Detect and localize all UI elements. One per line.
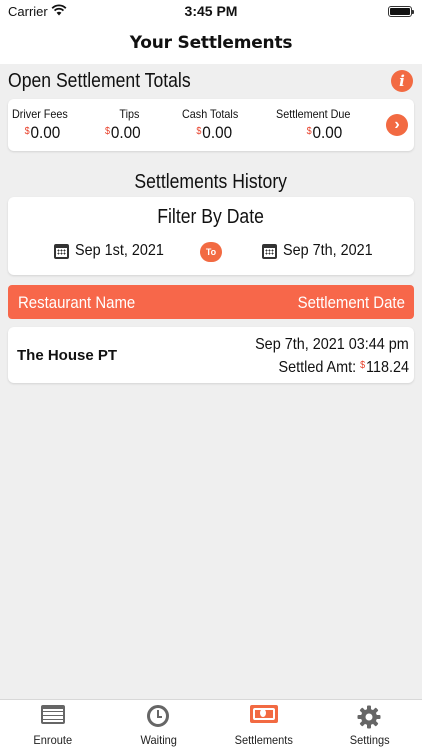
tips-value: $0.00 <box>105 123 141 142</box>
tab-label: Settings <box>349 733 390 747</box>
money-icon <box>249 705 278 723</box>
cash-totals-label: Cash Totals <box>182 107 239 121</box>
status-time: 3:45 PM <box>184 3 238 19</box>
tab-label: Enroute <box>33 733 73 747</box>
to-date-text: Sep 7th, 2021 <box>283 242 373 259</box>
clock-icon <box>147 705 170 727</box>
driver-fees-label: Driver Fees <box>12 107 68 121</box>
cash-totals-value: $0.00 <box>196 123 233 142</box>
header-settlement-date: Settlement Date <box>297 293 405 312</box>
table-header: Restaurant Name Settlement Date <box>8 285 414 319</box>
calendar-icon <box>54 243 69 259</box>
driver-fees-column: Driver Fees $0.00 <box>12 107 74 143</box>
cash-totals-column: Cash Totals $0.00 <box>182 107 244 143</box>
calendar-icon <box>262 243 277 259</box>
settlement-date: Sep 7th, 2021 03:44 pm <box>255 336 409 353</box>
currency-symbol: $ <box>196 126 202 137</box>
header-restaurant-name: Restaurant Name <box>18 293 136 312</box>
from-date-picker[interactable]: Sep 1st, 2021 <box>54 242 174 260</box>
page-title: Your Settlements <box>129 33 293 53</box>
filter-title: Filter By Date <box>157 206 265 228</box>
to-badge: To <box>200 242 222 262</box>
tab-bar: Enroute Waiting Settlements Settings <box>0 699 422 750</box>
tab-label: Waiting <box>140 733 177 747</box>
gear-icon <box>357 705 381 729</box>
table-row[interactable]: The House PT Sep 7th, 2021 03:44 pm Sett… <box>8 327 414 383</box>
settlements-history-title: Settlements History <box>134 171 288 193</box>
to-date-picker[interactable]: Sep 7th, 2021 <box>262 242 383 260</box>
from-date-text: Sep 1st, 2021 <box>75 242 164 259</box>
battery-icon <box>388 6 414 17</box>
restaurant-name: The House PT <box>17 347 118 364</box>
info-icon[interactable]: i <box>391 70 413 92</box>
driver-fees-value: $0.00 <box>24 123 61 142</box>
tab-settlements[interactable]: Settlements <box>211 700 317 750</box>
settlement-due-value: $0.00 <box>306 123 343 142</box>
tab-settings[interactable]: Settings <box>317 700 422 750</box>
chevron-right-icon[interactable]: › <box>386 114 408 136</box>
tips-column: Tips $0.00 <box>105 107 145 143</box>
status-bar: Carrier 3:45 PM <box>0 0 422 24</box>
tips-label: Tips <box>119 107 140 121</box>
currency-symbol: $ <box>105 126 111 137</box>
currency-symbol: $ <box>306 126 312 137</box>
tab-waiting[interactable]: Waiting <box>106 700 212 750</box>
currency-symbol: $ <box>360 360 366 371</box>
settlement-due-column: Settlement Due $0.00 <box>276 107 359 143</box>
open-totals-card: Driver Fees $0.00 Tips $0.00 Cash Totals… <box>8 99 414 151</box>
tab-enroute[interactable]: Enroute <box>0 700 106 750</box>
list-icon <box>40 705 65 724</box>
settlement-due-label: Settlement Due <box>276 107 351 121</box>
settled-amount: Settled Amt: $118.24 <box>278 359 409 376</box>
tab-label: Settlements <box>234 733 293 747</box>
filter-by-date-card: Filter By Date Sep 1st, 2021 To Sep 7th,… <box>8 197 414 275</box>
navigation-bar: Your Settlements <box>0 24 422 64</box>
open-settlement-totals-title: Open Settlement Totals <box>8 70 191 92</box>
currency-symbol: $ <box>24 126 30 137</box>
